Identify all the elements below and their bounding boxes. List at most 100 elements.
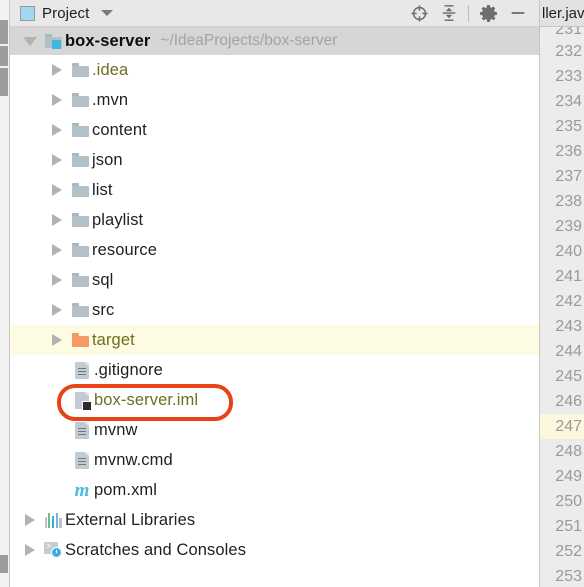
tree-row-mvn[interactable]: .mvn (10, 85, 539, 115)
line-number: 241 (555, 267, 582, 285)
folder-icon (68, 273, 92, 287)
tree-item-label: src (92, 300, 115, 319)
tree-row-list[interactable]: list (10, 175, 539, 205)
expand-toggle[interactable] (46, 334, 68, 346)
tree-item-label: box-server.iml (94, 390, 199, 409)
line-number: 236 (555, 142, 582, 160)
module-badge-icon (51, 40, 61, 49)
tree-row-root[interactable]: box-server ~/IdeaProjects/box-server (10, 27, 539, 55)
tree-row-sql[interactable]: sql (10, 265, 539, 295)
expand-toggle[interactable] (46, 244, 68, 256)
expand-toggle[interactable] (46, 184, 68, 196)
line-number: 239 (555, 217, 582, 235)
expand-toggle[interactable] (19, 514, 41, 526)
project-selector[interactable]: Project (20, 5, 114, 22)
tree-item-label: content (92, 120, 147, 139)
file-icon (70, 421, 94, 439)
tree-row-mvnw-cmd[interactable]: mvnw.cmd (10, 445, 539, 475)
locate-target-button[interactable] (404, 1, 434, 25)
expand-toggle[interactable] (46, 304, 68, 316)
tree-row-json[interactable]: json (10, 145, 539, 175)
chevron-right-icon (52, 334, 62, 346)
line-number: 249 (555, 467, 582, 485)
tree-row-external-libraries[interactable]: External Libraries (10, 505, 539, 535)
line-number-current: 247 (540, 414, 584, 439)
editor-tab[interactable]: ller.jav (540, 0, 584, 27)
chevron-down-icon[interactable] (101, 10, 114, 16)
stripe-segment (0, 555, 8, 573)
tool-window-stripe (0, 0, 10, 587)
folder-icon (68, 153, 92, 167)
tree-item-label: mvnw (94, 420, 138, 439)
tree-item-label: .gitignore (94, 360, 163, 379)
folder-icon (68, 123, 92, 137)
locate-target-icon (410, 4, 428, 22)
folder-icon (68, 183, 92, 197)
tree-row-mvnw[interactable]: mvnw (10, 415, 539, 445)
tree-row-scratches-consoles[interactable]: Scratches and Consoles (10, 535, 539, 565)
expand-toggle[interactable] (46, 214, 68, 226)
line-number: 252 (555, 542, 582, 560)
collapse-all-button[interactable] (434, 1, 464, 25)
toolbar-separator (468, 4, 469, 22)
stripe-segment (0, 20, 8, 44)
tree-row-gitignore[interactable]: .gitignore (10, 355, 539, 385)
chevron-right-icon (52, 184, 62, 196)
tree-item-label: Scratches and Consoles (65, 540, 247, 559)
tree-row-idea[interactable]: .idea (10, 55, 539, 85)
tree-item-label: target (92, 330, 135, 349)
line-number: 238 (555, 192, 582, 210)
tree-row-pom-xml[interactable]: m pom.xml (10, 475, 539, 505)
root-path: ~/IdeaProjects/box-server (160, 32, 338, 49)
tree-row-box-server-iml[interactable]: box-server.iml (10, 385, 539, 415)
editor-gutter-panel: ller.jav 231 232 233 234 235 236 237 238… (539, 0, 584, 587)
expand-toggle[interactable] (19, 544, 41, 556)
external-libraries-icon (41, 512, 65, 528)
settings-gear-icon (479, 4, 497, 22)
line-number: 231 (555, 27, 582, 38)
line-number: 243 (555, 317, 582, 335)
hide-panel-button[interactable] (503, 1, 533, 25)
tree-row-src[interactable]: src (10, 295, 539, 325)
line-number: 246 (555, 392, 582, 410)
line-number: 251 (555, 517, 582, 535)
settings-button[interactable] (473, 1, 503, 25)
tree-row-resource[interactable]: resource (10, 235, 539, 265)
tree-row-target[interactable]: target (10, 325, 539, 355)
chevron-right-icon (52, 274, 62, 286)
line-number: 244 (555, 342, 582, 360)
folder-icon (68, 63, 92, 77)
chevron-right-icon (52, 214, 62, 226)
tree-row-playlist[interactable]: playlist (10, 205, 539, 235)
folder-icon (68, 213, 92, 227)
line-number: 234 (555, 92, 582, 110)
chevron-down-icon (23, 36, 37, 46)
expand-toggle[interactable] (19, 36, 41, 46)
stripe-segment (0, 68, 8, 96)
tree-item-label: pom.xml (94, 480, 158, 499)
project-tool-window: Project box-server ~/IdeaProjects/box-se… (0, 0, 584, 587)
project-tree[interactable]: box-server ~/IdeaProjects/box-server .id… (10, 27, 539, 587)
tree-row-content[interactable]: content (10, 115, 539, 145)
expand-toggle[interactable] (46, 154, 68, 166)
expand-toggle[interactable] (46, 274, 68, 286)
root-label: box-server (65, 31, 151, 50)
iml-file-icon (70, 391, 94, 411)
file-icon (70, 361, 94, 379)
expand-toggle[interactable] (46, 94, 68, 106)
tree-item-label: .idea (92, 60, 129, 79)
project-panel: Project box-server ~/IdeaProjects/box-se… (10, 0, 539, 587)
chevron-right-icon (52, 244, 62, 256)
line-number: 240 (555, 242, 582, 260)
expand-toggle[interactable] (46, 124, 68, 136)
tree-item-label: playlist (92, 210, 144, 229)
line-number: 250 (555, 492, 582, 510)
line-number: 232 (555, 42, 582, 60)
chevron-right-icon (25, 544, 35, 556)
line-number-gutter[interactable]: 231 232 233 234 235 236 237 238 239 240 … (540, 27, 584, 587)
stripe-segment (0, 46, 8, 66)
file-icon (70, 451, 94, 469)
expand-toggle[interactable] (46, 64, 68, 76)
collapse-all-icon (442, 5, 456, 21)
project-view-swatch-icon (20, 5, 35, 21)
